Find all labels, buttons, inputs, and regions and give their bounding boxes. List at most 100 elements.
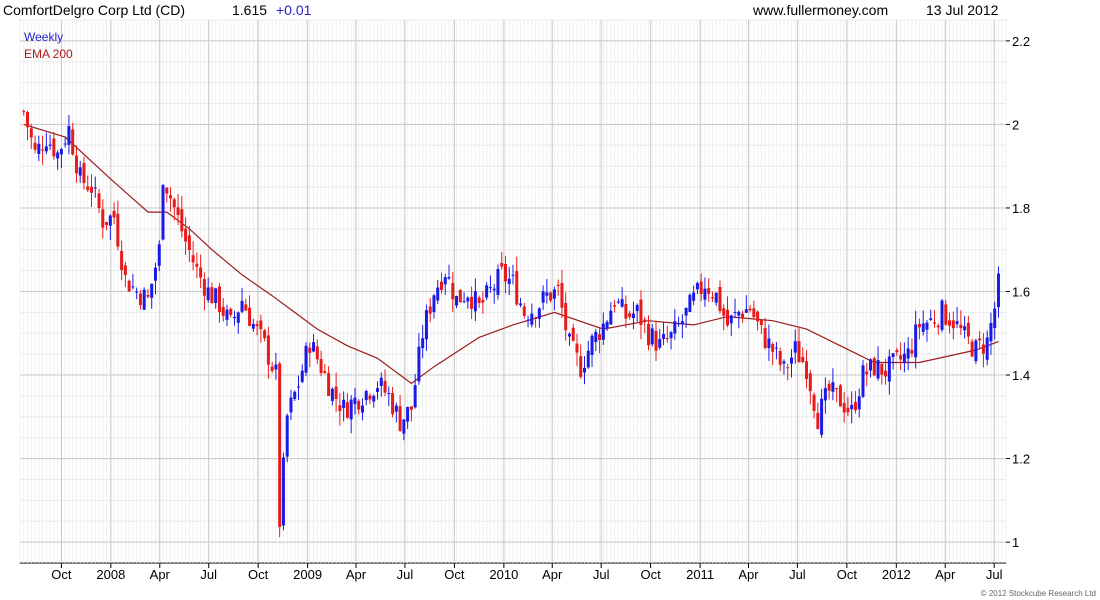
candle-body	[342, 399, 346, 409]
candle-body	[985, 337, 989, 360]
candle-body	[424, 310, 428, 340]
x-tick-label: Apr	[346, 567, 367, 582]
candle-body	[41, 149, 45, 151]
candle-body	[285, 415, 289, 457]
candle-body	[932, 322, 936, 324]
candle-body	[778, 350, 782, 365]
candle-body	[552, 289, 556, 299]
candle-body	[763, 328, 767, 348]
candle-body	[511, 274, 515, 276]
y-tick-label: 1.8	[1012, 201, 1030, 216]
candle-body	[44, 146, 48, 152]
candle-body	[812, 394, 816, 411]
candle-body	[300, 370, 304, 382]
candle-body	[225, 309, 229, 320]
candle-body	[293, 391, 297, 399]
x-tick-label: Apr	[935, 567, 956, 582]
candle-body	[462, 301, 466, 303]
candle-body	[654, 330, 658, 351]
candle-body	[308, 347, 312, 353]
candle-body	[684, 307, 688, 316]
candle-body	[646, 323, 650, 346]
candle-body	[936, 325, 940, 328]
candle-body	[940, 300, 944, 330]
candle-body	[255, 324, 259, 327]
candle-body	[146, 294, 150, 297]
candle-body	[996, 273, 1000, 308]
candle-body	[82, 163, 86, 184]
candle-body	[210, 287, 214, 304]
candle-body	[214, 288, 218, 304]
candle-body	[575, 343, 579, 353]
candle-body	[515, 271, 519, 305]
candle-body	[808, 373, 812, 392]
candle-body	[86, 186, 90, 191]
copyright-text: © 2012 Stockcube Research Ltd	[981, 589, 1096, 598]
price-change: +0.01	[276, 2, 312, 18]
x-tick-label: 2009	[293, 567, 322, 582]
candle-body	[37, 143, 41, 155]
candle-body	[929, 318, 933, 320]
candle-body	[857, 396, 861, 410]
x-tick-label: Apr	[150, 567, 171, 582]
candle-body	[33, 142, 37, 150]
candle-body	[29, 128, 33, 138]
candle-body	[726, 309, 730, 326]
candle-body	[921, 323, 925, 332]
candle-body	[187, 235, 191, 250]
legend-ema: EMA 200	[24, 47, 73, 61]
candle-body	[334, 386, 338, 400]
candle-body	[473, 291, 477, 312]
candle-body	[157, 244, 161, 266]
candle-body	[391, 393, 395, 415]
candle-body	[138, 293, 142, 306]
candle-body	[530, 313, 534, 325]
candle-body	[278, 363, 282, 527]
candle-body	[56, 152, 60, 159]
candle-body	[492, 288, 496, 291]
candle-body	[925, 322, 929, 330]
candle-body	[895, 350, 899, 353]
candle-body	[613, 305, 617, 307]
candle-body	[123, 265, 127, 275]
x-tick-label: 2010	[489, 567, 518, 582]
candle-body	[598, 334, 602, 341]
x-tick-label: Apr	[542, 567, 563, 582]
x-tick-label: Oct	[444, 567, 465, 582]
candle-body	[748, 308, 752, 311]
candle-body	[722, 308, 726, 316]
website-url[interactable]: www.fullermoney.com	[752, 2, 888, 18]
candle-body	[289, 397, 293, 413]
candle-body	[229, 308, 233, 316]
candle-body	[52, 138, 56, 157]
candle-body	[628, 313, 632, 317]
candle-body	[850, 404, 854, 410]
candle-body	[202, 279, 206, 296]
candle-body	[820, 398, 824, 435]
candle-body	[481, 299, 485, 303]
candle-body	[349, 399, 353, 420]
candle-body	[865, 371, 869, 375]
candle-body	[564, 303, 568, 331]
candle-body	[315, 346, 319, 360]
candle-body	[620, 299, 624, 307]
candle-body	[601, 323, 605, 340]
candle-body	[439, 281, 443, 291]
candle-body	[616, 301, 620, 303]
candle-body	[793, 341, 797, 353]
y-tick-label: 1.4	[1012, 368, 1030, 383]
candle-body	[729, 315, 733, 324]
candle-body	[714, 292, 718, 303]
candle-body	[771, 343, 775, 352]
candle-body	[993, 308, 997, 328]
x-axis: Oct 2008 Apr Jul Oct 2009 Apr Jul Oct 2010 Apr Jul O…	[51, 563, 1003, 582]
candle-body	[402, 419, 406, 434]
candle-body	[259, 320, 263, 330]
candle-body	[699, 281, 703, 294]
candle-body	[477, 297, 481, 304]
candle-body	[116, 213, 120, 247]
candle-body	[963, 326, 967, 331]
candle-body	[176, 207, 180, 216]
candle-body	[917, 323, 921, 328]
y-tick-label: 1.6	[1012, 285, 1030, 300]
